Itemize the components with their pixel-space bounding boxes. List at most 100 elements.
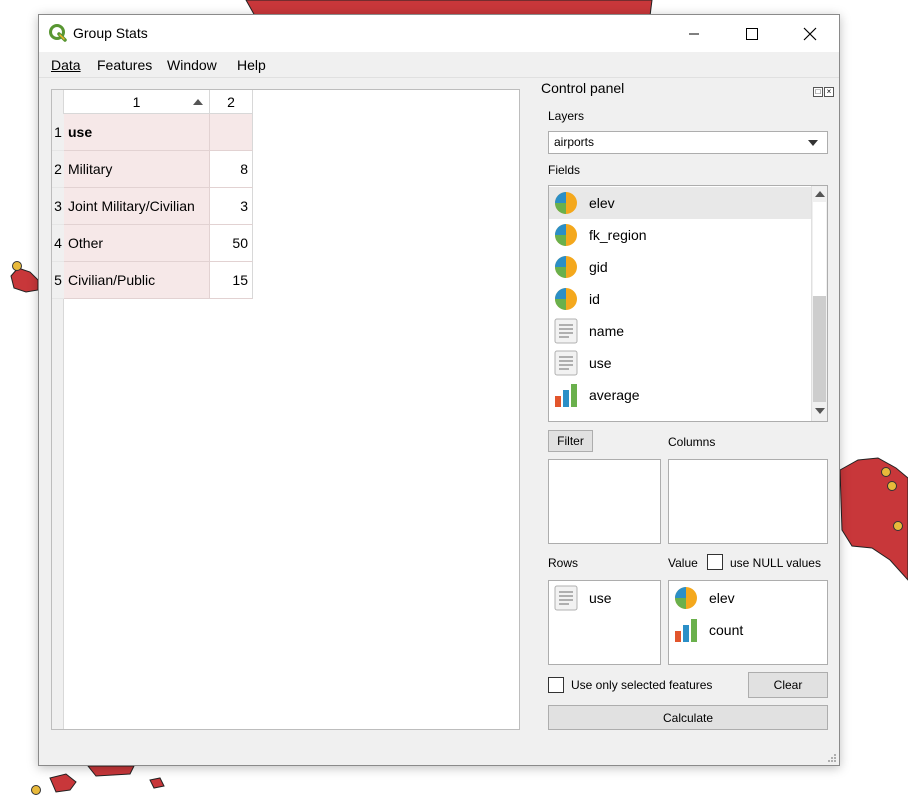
- field-item-name[interactable]: name: [549, 315, 811, 347]
- sort-ascending-icon: [193, 99, 203, 105]
- field-item-id[interactable]: id: [549, 283, 811, 315]
- fields-scrollbar[interactable]: [811, 186, 827, 421]
- float-panel-icon[interactable]: □: [813, 87, 823, 97]
- columns-list[interactable]: [668, 459, 828, 544]
- numeric-field-icon: [553, 286, 579, 312]
- control-panel-title: Control panel: [541, 80, 625, 96]
- maximize-icon: [746, 27, 758, 40]
- row-number[interactable]: 3: [52, 188, 64, 225]
- field-name: use: [589, 355, 612, 371]
- text-field-icon: [553, 350, 579, 376]
- chevron-down-icon: [808, 140, 818, 146]
- numeric-field-icon: [553, 222, 579, 248]
- value-item-elev[interactable]: elev: [669, 582, 827, 614]
- column-header-2[interactable]: 2: [210, 90, 253, 114]
- title-bar: Group Stats: [39, 15, 839, 52]
- layers-label: Layers: [548, 109, 585, 123]
- menu-features[interactable]: Features: [97, 57, 152, 73]
- rows-item-use[interactable]: use: [549, 582, 660, 614]
- table-cell-value[interactable]: 8: [210, 151, 253, 188]
- filter-button[interactable]: Filter: [548, 430, 593, 452]
- field-name: gid: [589, 259, 608, 275]
- numeric-field-icon: [673, 585, 699, 611]
- menu-help[interactable]: Help: [237, 57, 266, 73]
- field-name: fk_region: [589, 227, 647, 243]
- table-cell-label[interactable]: Joint Military/Civilian: [64, 188, 210, 225]
- value-item-count[interactable]: count: [669, 614, 827, 646]
- rows-list[interactable]: use: [548, 580, 661, 665]
- row-number[interactable]: 5: [52, 262, 64, 299]
- calculation-icon: [553, 382, 579, 408]
- text-field-icon: [553, 585, 579, 611]
- field-item-gid[interactable]: gid: [549, 251, 811, 283]
- clear-button[interactable]: Clear: [748, 672, 828, 698]
- scroll-down-icon[interactable]: [815, 408, 825, 414]
- map-feature-right: [839, 457, 908, 581]
- table-cell-header-label[interactable]: use: [64, 114, 210, 151]
- table-cell-header-value[interactable]: [210, 114, 253, 151]
- row-number[interactable]: 1: [52, 114, 64, 151]
- minimize-icon: [689, 33, 699, 34]
- qgis-logo-icon: [49, 24, 67, 42]
- value-list[interactable]: elev count: [668, 580, 828, 665]
- field-name: count: [709, 622, 744, 638]
- window-title: Group Stats: [73, 25, 148, 41]
- field-name: id: [589, 291, 600, 307]
- close-panel-icon[interactable]: ×: [824, 87, 834, 97]
- table-cell-label[interactable]: Other: [64, 225, 210, 262]
- close-icon: [803, 27, 817, 40]
- calculation-icon: [673, 617, 699, 643]
- resize-grip-icon[interactable]: [827, 753, 837, 763]
- table-cell-label[interactable]: Military: [64, 151, 210, 188]
- layer-select[interactable]: airports: [548, 131, 828, 154]
- map-feature-bottom-3: [149, 777, 165, 789]
- field-item-fk-region[interactable]: fk_region: [549, 219, 811, 251]
- airport-point: [12, 261, 22, 271]
- airport-point: [893, 521, 903, 531]
- table-cell-value[interactable]: 15: [210, 262, 253, 299]
- row-number[interactable]: 4: [52, 225, 64, 262]
- map-feature-bottom-2: [86, 765, 135, 777]
- menu-window[interactable]: Window: [167, 57, 217, 73]
- field-item-elev[interactable]: elev: [549, 187, 811, 219]
- rows-label: Rows: [548, 556, 579, 570]
- scroll-thumb[interactable]: [813, 296, 826, 402]
- selected-features-checkbox[interactable]: [548, 677, 564, 693]
- layer-select-value: airports: [554, 135, 595, 149]
- fields-list[interactable]: elev fk_region gid id name use average: [548, 185, 828, 422]
- scroll-track: [813, 202, 826, 296]
- group-stats-window: Group Stats Data Features Window Help 1 …: [38, 14, 840, 766]
- airport-point: [887, 481, 897, 491]
- scroll-up-icon[interactable]: [815, 191, 825, 197]
- row-number[interactable]: 2: [52, 151, 64, 188]
- airport-point: [881, 467, 891, 477]
- map-feature-left: [10, 267, 39, 293]
- field-item-average[interactable]: average: [549, 379, 811, 411]
- table-cell-value[interactable]: 50: [210, 225, 253, 262]
- menu-data[interactable]: Data: [51, 57, 81, 73]
- map-feature-bottom: [49, 773, 77, 793]
- calculate-button[interactable]: Calculate: [548, 705, 828, 730]
- minimize-button[interactable]: [665, 15, 723, 52]
- close-button[interactable]: [781, 15, 839, 52]
- selected-features-label: Use only selected features: [571, 678, 713, 692]
- airport-point: [31, 785, 41, 795]
- field-item-use[interactable]: use: [549, 347, 811, 379]
- maximize-button[interactable]: [723, 15, 781, 52]
- value-label: Value: [668, 556, 698, 570]
- text-field-icon: [553, 318, 579, 344]
- fields-label: Fields: [548, 163, 581, 177]
- results-table[interactable]: 1 2 1 use 2 Military 8 3 Joint Military/…: [51, 89, 520, 730]
- table-cell-label[interactable]: Civilian/Public: [64, 262, 210, 299]
- filter-list[interactable]: [548, 459, 661, 544]
- field-name: average: [589, 387, 640, 403]
- columns-label: Columns: [668, 435, 716, 449]
- field-name: elev: [589, 195, 615, 211]
- numeric-field-icon: [553, 190, 579, 216]
- field-name: name: [589, 323, 625, 339]
- use-null-checkbox[interactable]: [707, 554, 723, 570]
- table-cell-value[interactable]: 3: [210, 188, 253, 225]
- menu-bar: Data Features Window Help: [39, 52, 839, 78]
- dock-buttons: □ ×: [812, 81, 834, 97]
- column-header-1[interactable]: 1: [64, 90, 210, 114]
